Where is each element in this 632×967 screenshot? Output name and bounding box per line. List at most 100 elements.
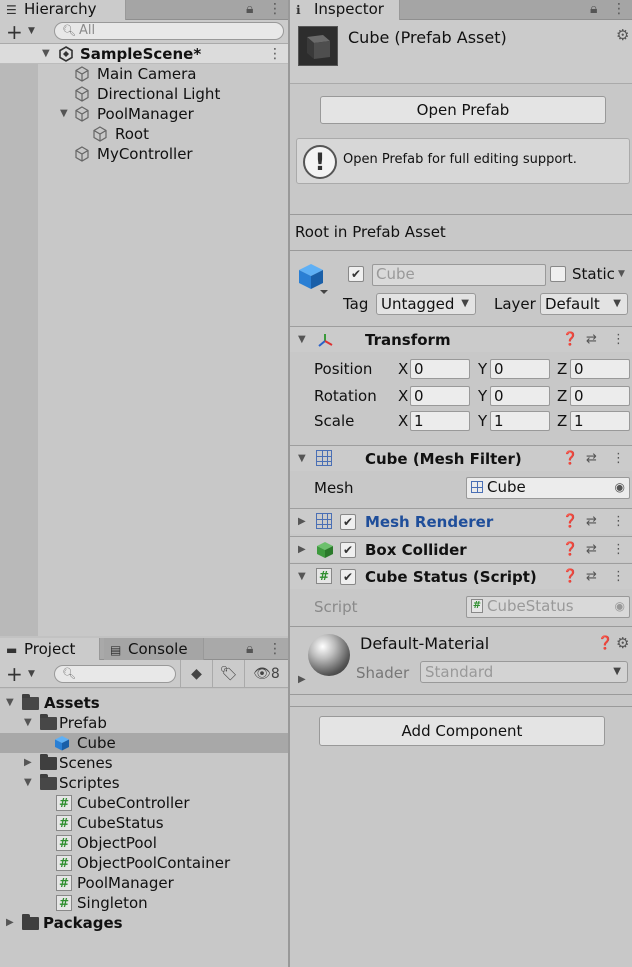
chevron-down-icon[interactable]: ▼ <box>28 669 35 679</box>
lock-icon[interactable]: 🔒︎ <box>246 0 253 20</box>
object-picker-icon[interactable]: ◉ <box>615 478 625 496</box>
presets-icon[interactable]: ⇄ <box>586 514 597 529</box>
scale-label: Scale <box>314 412 355 430</box>
hidden-packages-toggle[interactable]: 👁︎8 <box>244 660 288 688</box>
hierarchy-search-input[interactable]: 🔍︎ All <box>54 22 284 40</box>
mesh-filter-header[interactable]: ▼ Cube (Mesh Filter) ❓ ⇄ ⋮ <box>290 445 632 471</box>
mesh-renderer-header[interactable]: ▶ ✔ Mesh Renderer ❓ ⇄ ⋮ <box>290 508 632 534</box>
chevron-right-icon[interactable]: ▶ <box>298 509 306 535</box>
component-enabled-checkbox[interactable]: ✔ <box>340 569 356 585</box>
chevron-down-icon[interactable]: ▼ <box>298 446 306 472</box>
kebab-menu-icon[interactable]: ⋮ <box>612 332 625 347</box>
active-checkbox[interactable]: ✔ <box>348 266 364 282</box>
scale-y-field[interactable]: 1 <box>490 411 550 431</box>
open-prefab-button[interactable]: Open Prefab <box>320 96 606 124</box>
kebab-menu-icon[interactable]: ⋮ <box>612 569 625 584</box>
csharp-script-icon: # <box>56 855 72 871</box>
lock-icon[interactable]: 🔒︎ <box>590 0 597 20</box>
add-component-button[interactable]: Add Component <box>319 716 605 746</box>
create-button[interactable]: + <box>6 664 23 684</box>
csharp-script-icon: # <box>316 568 332 584</box>
chevron-down-icon[interactable]: ▼ <box>6 693 14 713</box>
kebab-menu-icon[interactable]: ⋮ <box>612 451 625 466</box>
shader-dropdown[interactable]: Standard ▼ <box>420 661 628 683</box>
chevron-down-icon[interactable]: ▼ <box>298 564 306 590</box>
tab-hierarchy[interactable]: ☰ Hierarchy <box>0 0 126 20</box>
search-by-label-icon[interactable]: 🏷︎ <box>212 660 244 688</box>
lock-icon[interactable]: 🔒︎ <box>246 640 253 660</box>
chevron-right-icon[interactable]: ▶ <box>6 913 14 933</box>
help-icon[interactable]: ❓ <box>597 636 613 651</box>
chevron-right-icon[interactable]: ▶ <box>24 753 32 773</box>
rotation-z-field[interactable]: 0 <box>570 386 630 406</box>
gear-icon[interactable]: ⚙ <box>616 634 629 652</box>
chevron-right-icon[interactable]: ▶ <box>298 537 306 563</box>
chevron-right-icon[interactable]: ▶ <box>298 670 306 690</box>
scene-label: SampleScene* <box>80 45 202 63</box>
scale-z-field[interactable]: 1 <box>570 411 630 431</box>
scale-x-field[interactable]: 1 <box>410 411 470 431</box>
project-tabbar: ▬ Project ▤ Console 🔒︎ ⋮ <box>0 638 288 660</box>
chevron-down-icon[interactable]: ▼ <box>24 713 32 733</box>
object-name-field[interactable]: Cube <box>372 264 546 286</box>
presets-icon[interactable]: ⇄ <box>586 542 597 557</box>
gear-icon[interactable]: ⚙ <box>616 26 629 44</box>
tag-dropdown[interactable]: Untagged ▼ <box>376 293 476 315</box>
kebab-menu-icon[interactable]: ⋮ <box>612 514 625 529</box>
scene-row[interactable]: ▼ SampleScene* ⋮ <box>0 44 288 64</box>
divider <box>290 694 632 695</box>
search-icon: 🔍︎ <box>62 24 76 37</box>
kebab-menu-icon[interactable]: ⋮ <box>268 0 282 20</box>
chevron-down-icon[interactable]: ▼ <box>618 269 625 279</box>
asset-title: Cube (Prefab Asset) <box>348 28 507 47</box>
info-helpbox: ! Open Prefab for full editing support. <box>296 138 630 184</box>
box-collider-header[interactable]: ▶ ✔ Box Collider ❓ ⇄ ⋮ <box>290 536 632 562</box>
presets-icon[interactable]: ⇄ <box>586 332 597 347</box>
chevron-down-icon[interactable]: ▼ <box>42 44 50 64</box>
tab-console[interactable]: ▤ Console <box>104 638 204 660</box>
gameobject-icon <box>75 66 89 82</box>
object-picker-icon[interactable]: ◉ <box>615 597 625 615</box>
tab-project[interactable]: ▬ Project <box>0 638 100 660</box>
presets-icon[interactable]: ⇄ <box>586 451 597 466</box>
transform-header[interactable]: ▼ Transform ❓ ⇄ ⋮ <box>290 326 632 352</box>
mesh-object-field[interactable]: Cube ◉ <box>466 477 630 499</box>
rotation-label: Rotation <box>314 387 377 405</box>
search-by-type-icon[interactable]: ◆ <box>180 660 212 688</box>
static-label[interactable]: Static <box>572 264 615 284</box>
search-icon: 🔍︎ <box>62 667 76 680</box>
folder-icon <box>22 694 39 710</box>
tab-inspector[interactable]: ℹ Inspector <box>290 0 400 20</box>
help-icon[interactable]: ❓ <box>562 514 578 529</box>
kebab-menu-icon[interactable]: ⋮ <box>612 542 625 557</box>
rotation-x-field[interactable]: 0 <box>410 386 470 406</box>
layer-dropdown[interactable]: Default ▼ <box>540 293 628 315</box>
chevron-down-icon[interactable]: ▼ <box>24 773 32 793</box>
position-y-field[interactable]: 0 <box>490 359 550 379</box>
kebab-menu-icon[interactable]: ⋮ <box>612 0 626 20</box>
add-button[interactable]: + <box>6 22 23 42</box>
cube-status-header[interactable]: ▼ # ✔ Cube Status (Script) ❓ ⇄ ⋮ <box>290 563 632 589</box>
kebab-menu-icon[interactable]: ⋮ <box>268 45 282 65</box>
presets-icon[interactable]: ⇄ <box>586 569 597 584</box>
chevron-down-icon[interactable]: ▼ <box>298 327 306 353</box>
help-icon[interactable]: ❓ <box>562 451 578 466</box>
script-object-field[interactable]: # CubeStatus ◉ <box>466 596 630 618</box>
component-enabled-checkbox[interactable]: ✔ <box>340 542 356 558</box>
kebab-menu-icon[interactable]: ⋮ <box>268 640 282 660</box>
component-enabled-checkbox[interactable]: ✔ <box>340 514 356 530</box>
hierarchy-toolbar: + ▼ 🔍︎ All <box>0 20 288 44</box>
script-label: Script <box>314 598 358 616</box>
help-icon[interactable]: ❓ <box>562 542 578 557</box>
chevron-down-icon[interactable]: ▼ <box>60 104 68 124</box>
help-icon[interactable]: ❓ <box>562 569 578 584</box>
project-search-input[interactable]: 🔍︎ <box>54 665 176 683</box>
rotation-y-field[interactable]: 0 <box>490 386 550 406</box>
prefab-cube-icon[interactable] <box>298 262 328 296</box>
chevron-down-icon[interactable]: ▼ <box>28 26 35 36</box>
position-z-field[interactable]: 0 <box>570 359 630 379</box>
static-checkbox[interactable] <box>550 266 566 282</box>
material-preview-sphere <box>308 634 350 676</box>
help-icon[interactable]: ❓ <box>562 332 578 347</box>
position-x-field[interactable]: 0 <box>410 359 470 379</box>
